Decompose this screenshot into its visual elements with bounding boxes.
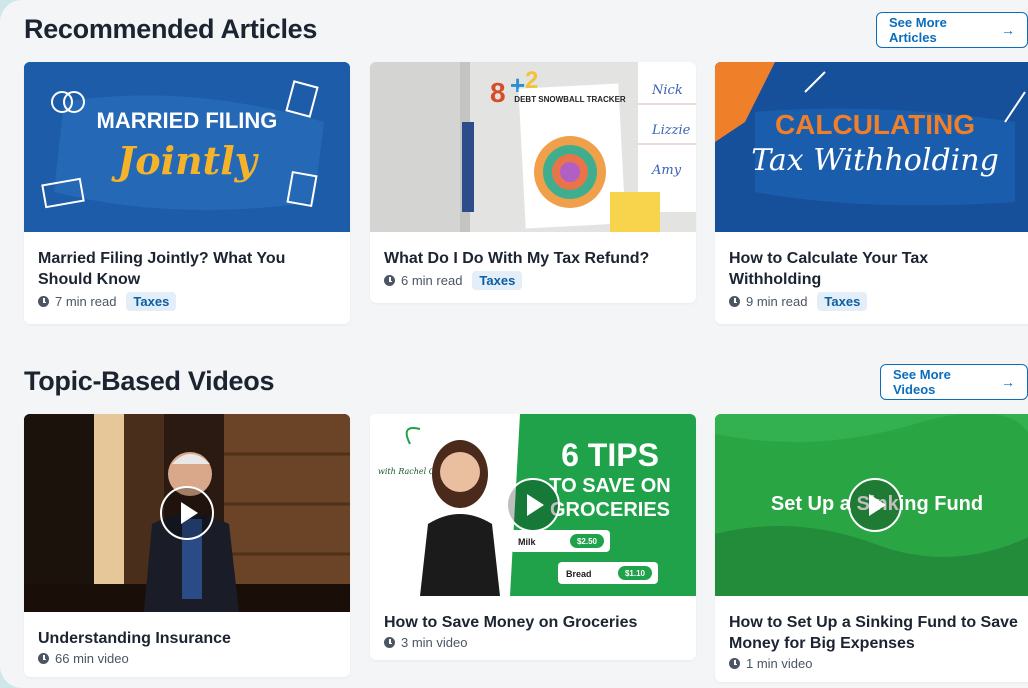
video-title[interactable]: How to Save Money on Groceries	[384, 612, 682, 633]
video-duration: 3 min video	[401, 635, 468, 650]
read-time: 9 min read	[746, 294, 808, 309]
clock-icon	[384, 637, 395, 648]
thumb-name-0: Nick	[651, 83, 683, 98]
thumb-text-line2: Jointly	[111, 138, 259, 183]
clock-icon	[729, 658, 740, 669]
thumb-text-line1: MARRIED FILING	[97, 108, 278, 133]
clock-icon	[384, 275, 395, 286]
article-meta: 6 min read Taxes	[384, 271, 682, 290]
video-title[interactable]: Understanding Insurance	[38, 628, 336, 649]
video-title[interactable]: How to Set Up a Sinking Fund to Save Mon…	[729, 612, 1021, 654]
thumb-line3: GROCERIES	[550, 499, 670, 521]
content-panel: Recommended Articles See More Articles →…	[0, 0, 1028, 688]
video-thumbnail[interactable]: Set Up a Sinking Fund	[715, 414, 1028, 596]
article-title[interactable]: What Do I Do With My Tax Refund?	[384, 248, 682, 269]
thumb-milk-price: $2.50	[577, 537, 598, 546]
video-card-groceries[interactable]: with Rachel Cruze 6 TIPS TO SAVE ON GROC…	[370, 414, 696, 660]
topic-tag[interactable]: Taxes	[817, 292, 868, 311]
topic-videos-section: Topic-Based Videos See More Videos → Und…	[0, 350, 1028, 688]
topic-tag[interactable]: Taxes	[472, 271, 523, 290]
thumb-name-2: Amy	[651, 163, 682, 178]
play-icon[interactable]	[160, 486, 214, 540]
read-time: 7 min read	[55, 294, 117, 309]
video-meta: 3 min video	[384, 635, 682, 650]
clock-icon	[38, 296, 49, 307]
video-card-sinking-fund[interactable]: Set Up a Sinking Fund How to Set Up a Si…	[715, 414, 1028, 682]
read-time: 6 min read	[401, 273, 463, 288]
thumb-line1: 6 TIPS	[561, 437, 659, 473]
clock-icon	[729, 296, 740, 307]
article-card-tax-refund[interactable]: 8 + 2 DEBT SNOWBALL TRACKER Nick Lizzie …	[370, 62, 696, 303]
thumb-tracker-label: DEBT SNOWBALL TRACKER	[514, 95, 626, 104]
see-more-videos-label: See More Videos	[893, 367, 951, 397]
play-icon[interactable]	[506, 478, 560, 532]
tax-refund-art: 8 + 2 DEBT SNOWBALL TRACKER Nick Lizzie …	[370, 62, 696, 232]
article-thumbnail: 8 + 2 DEBT SNOWBALL TRACKER Nick Lizzie …	[370, 62, 696, 232]
thumb-text-line2: Tax Withholding	[751, 143, 999, 178]
recommended-articles-section: Recommended Articles See More Articles →…	[0, 0, 1028, 340]
article-thumbnail: MARRIED FILING Jointly	[24, 62, 350, 232]
see-more-videos-button[interactable]: See More Videos →	[880, 364, 1028, 400]
video-thumbnail[interactable]	[24, 414, 350, 612]
thumb-bread: Bread	[566, 569, 592, 579]
article-card-married-filing[interactable]: MARRIED FILING Jointly Married Filing Jo…	[24, 62, 350, 324]
article-meta: 9 min read Taxes	[729, 292, 1021, 311]
topic-tag[interactable]: Taxes	[126, 292, 177, 311]
video-thumbnail[interactable]: with Rachel Cruze 6 TIPS TO SAVE ON GROC…	[370, 414, 696, 596]
play-icon[interactable]	[848, 478, 902, 532]
section-title-articles: Recommended Articles	[24, 14, 318, 44]
video-card-insurance[interactable]: Understanding Insurance 66 min video	[24, 414, 350, 677]
tax-withholding-art: CALCULATING Tax Withholding	[715, 62, 1028, 232]
video-meta: 66 min video	[38, 651, 336, 666]
article-card-tax-withholding[interactable]: CALCULATING Tax Withholding How to Calcu…	[715, 62, 1028, 324]
clock-icon	[38, 653, 49, 664]
see-more-articles-button[interactable]: See More Articles →	[876, 12, 1028, 48]
video-meta: 1 min video	[729, 656, 1021, 671]
thumb-name-1: Lizzie	[651, 123, 691, 138]
article-meta: 7 min read Taxes	[38, 292, 336, 311]
article-thumbnail: CALCULATING Tax Withholding	[715, 62, 1028, 232]
arrow-right-icon: →	[1001, 374, 1015, 390]
thumb-bread-price: $1.10	[625, 569, 646, 578]
arrow-right-icon: →	[1001, 22, 1015, 38]
video-duration: 1 min video	[746, 656, 813, 671]
married-filing-art: MARRIED FILING Jointly	[24, 62, 350, 232]
thumb-milk: Milk	[518, 537, 536, 547]
section-title-videos: Topic-Based Videos	[24, 366, 275, 396]
thumb-text-line1: CALCULATING	[775, 109, 975, 140]
article-title[interactable]: How to Calculate Your Tax Withholding	[729, 248, 1021, 290]
see-more-articles-label: See More Articles	[889, 15, 947, 45]
svg-text:8: 8	[490, 77, 506, 108]
article-title[interactable]: Married Filing Jointly? What You Should …	[38, 248, 336, 290]
thumb-line2: TO SAVE ON	[549, 475, 671, 497]
video-duration: 66 min video	[55, 651, 129, 666]
